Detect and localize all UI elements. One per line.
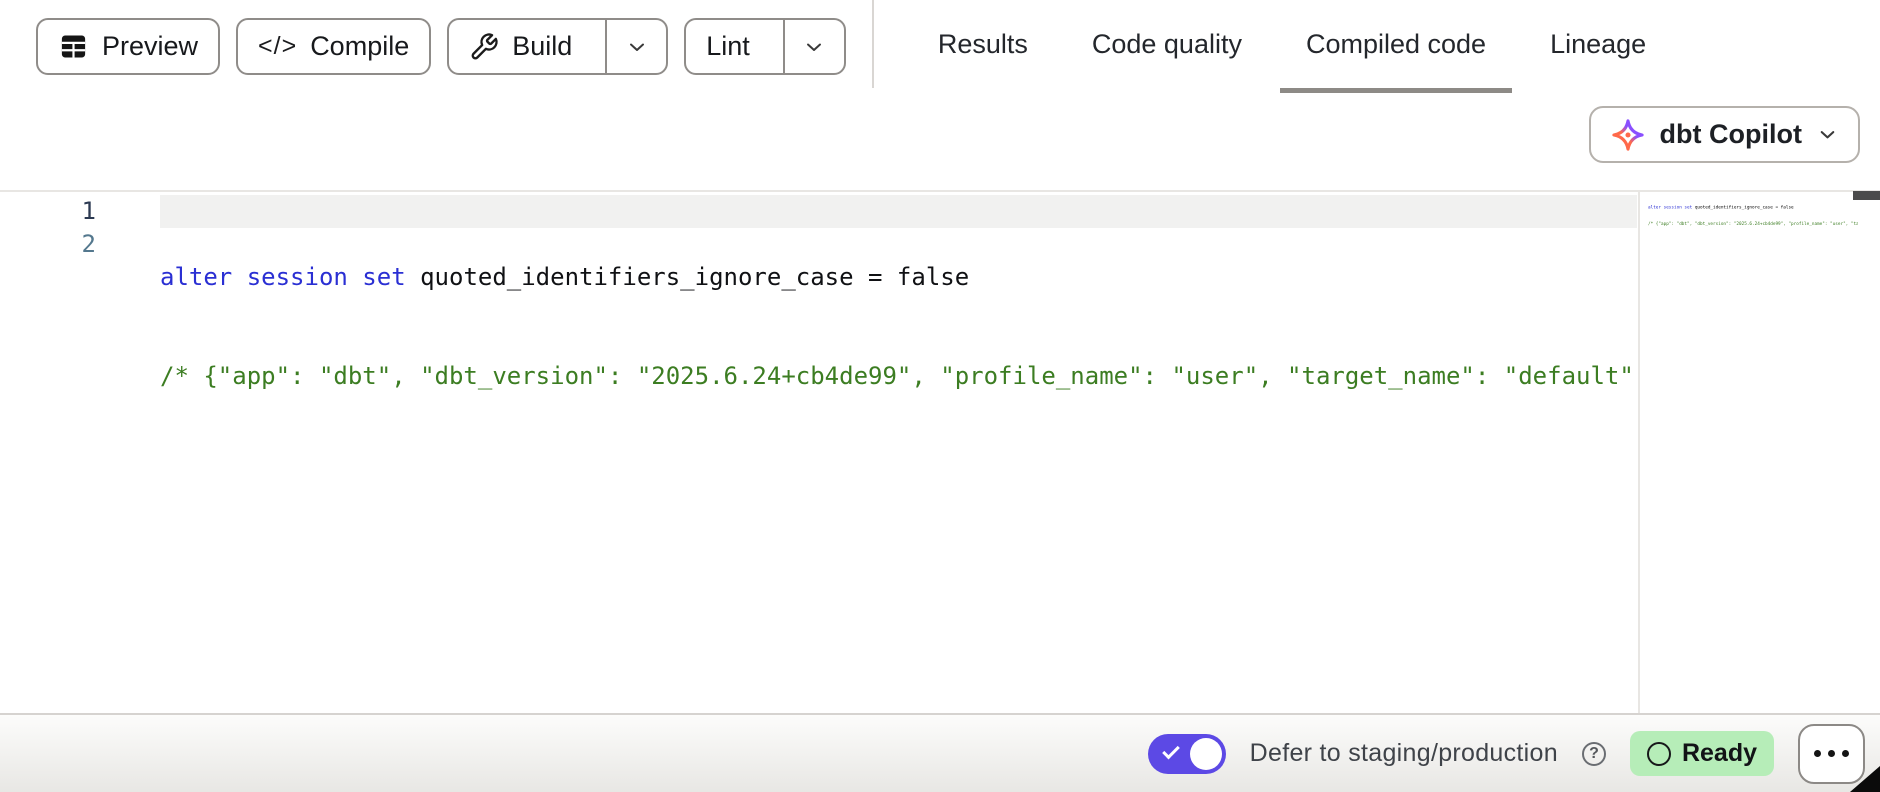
minimap-clip: alter session set quoted_identifiers_ign… bbox=[1648, 193, 1858, 714]
line-number-gutter: 1 2 bbox=[0, 195, 96, 261]
lint-dropdown-button[interactable] bbox=[783, 20, 844, 73]
ellipsis-icon bbox=[1842, 750, 1849, 757]
toggle-knob bbox=[1190, 738, 1222, 770]
mouse-cursor bbox=[1850, 766, 1880, 792]
defer-label: Defer to staging/production bbox=[1250, 739, 1558, 768]
minimap-line: /* {"app": "dbt", "dbt_version": "2025.6… bbox=[1648, 221, 1858, 226]
tab-lineage[interactable]: Lineage bbox=[1524, 0, 1672, 93]
chevron-down-icon bbox=[802, 35, 826, 59]
minimap[interactable]: alter session set quoted_identifiers_ign… bbox=[1638, 192, 1880, 713]
build-split-button: Build bbox=[447, 18, 668, 75]
dbt-copilot-label: dbt Copilot bbox=[1660, 119, 1802, 150]
build-button-label: Build bbox=[512, 31, 572, 62]
sql-keyword: alter session set bbox=[160, 263, 406, 291]
code-line-1: alter session set quoted_identifiers_ign… bbox=[160, 261, 1637, 294]
build-button[interactable]: Build bbox=[449, 20, 592, 73]
minimap-line: quoted_identifiers_ignore_case = false bbox=[1692, 204, 1793, 209]
lint-split-button: Lint bbox=[684, 18, 846, 75]
minimap-slider[interactable] bbox=[1853, 191, 1880, 200]
tab-results[interactable]: Results bbox=[912, 0, 1054, 93]
help-icon[interactable]: ? bbox=[1582, 742, 1606, 766]
sql-text: quoted_identifiers_ignore_case = false bbox=[406, 263, 970, 291]
wrench-icon bbox=[469, 32, 499, 62]
code-content: alter session set quoted_identifiers_ign… bbox=[160, 195, 1637, 459]
ellipsis-icon bbox=[1828, 750, 1835, 757]
result-tabs: Results Code quality Compiled code Linea… bbox=[912, 0, 1672, 93]
toolbar: Preview </> Compile Build Lint bbox=[0, 0, 1880, 93]
dbt-copilot-button[interactable]: dbt Copilot bbox=[1589, 106, 1860, 163]
tab-label: Results bbox=[938, 29, 1028, 60]
table-icon bbox=[58, 31, 89, 62]
defer-toggle[interactable] bbox=[1148, 734, 1226, 774]
code-brackets-icon: </> bbox=[258, 32, 297, 61]
preview-button-label: Preview bbox=[102, 31, 198, 62]
check-icon bbox=[1162, 741, 1180, 759]
ready-label: Ready bbox=[1682, 739, 1757, 768]
chevron-down-icon bbox=[625, 35, 649, 59]
sql-comment: /* {"app": "dbt", "dbt_version": "2025.6… bbox=[160, 362, 1637, 390]
tab-label: Code quality bbox=[1092, 29, 1242, 60]
compile-button[interactable]: </> Compile bbox=[236, 18, 431, 75]
code-line-2: /* {"app": "dbt", "dbt_version": "2025.6… bbox=[160, 360, 1637, 393]
code-area[interactable]: 1 2 alter session set quoted_identifiers… bbox=[0, 192, 1637, 713]
ready-status-badge: Ready bbox=[1630, 731, 1774, 776]
line-number: 1 bbox=[0, 195, 96, 228]
status-circle-icon bbox=[1647, 742, 1671, 766]
line-number: 2 bbox=[0, 228, 96, 261]
lint-button[interactable]: Lint bbox=[686, 20, 770, 73]
dbt-logo-icon bbox=[1610, 117, 1646, 153]
minimap-content: alter session set quoted_identifiers_ign… bbox=[1648, 193, 1858, 238]
tab-code-quality[interactable]: Code quality bbox=[1066, 0, 1268, 93]
minimap-line: alter session set bbox=[1648, 204, 1692, 209]
chevron-down-icon bbox=[1816, 123, 1839, 146]
toolbar-divider bbox=[872, 0, 874, 88]
lint-button-label: Lint bbox=[706, 31, 750, 62]
status-bar: Defer to staging/production ? Ready bbox=[0, 713, 1880, 792]
compiled-code-editor[interactable]: 1 2 alter session set quoted_identifiers… bbox=[0, 190, 1880, 713]
preview-button[interactable]: Preview bbox=[36, 18, 220, 75]
tab-label: Compiled code bbox=[1306, 29, 1486, 60]
build-dropdown-button[interactable] bbox=[605, 20, 666, 73]
tab-compiled-code[interactable]: Compiled code bbox=[1280, 0, 1512, 93]
ellipsis-icon bbox=[1814, 750, 1821, 757]
tab-label: Lineage bbox=[1550, 29, 1646, 60]
compile-button-label: Compile bbox=[310, 31, 409, 62]
